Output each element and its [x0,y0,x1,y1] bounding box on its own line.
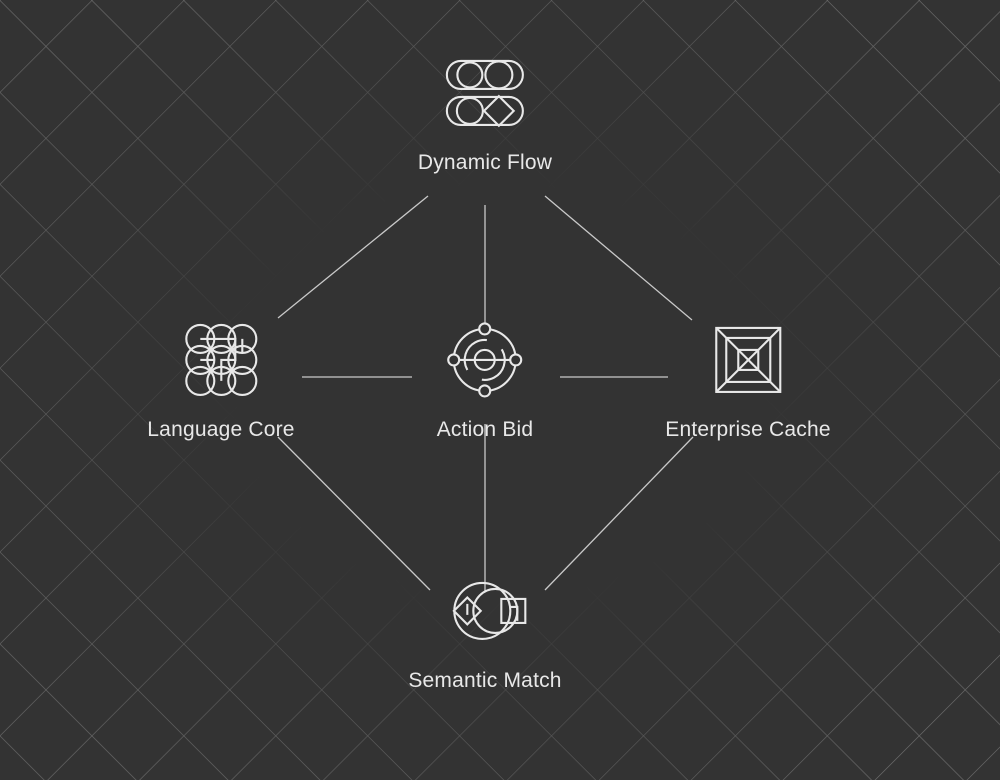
node-language-core[interactable]: Language Core [147,312,294,442]
node-label-semantic-match: Semantic Match [408,668,562,692]
language-core-icon [173,312,269,408]
node-action-bid[interactable]: Action Bid [437,312,534,442]
node-semantic-match[interactable]: Semantic Match [408,563,561,693]
node-label-language-core: Language Core [147,417,295,441]
node-group: Dynamic Flow Language Core Action Bid En… [0,0,1000,780]
enterprise-cache-icon [700,312,796,408]
node-label-enterprise-cache: Enterprise Cache [665,417,831,441]
dynamic-flow-icon [437,45,533,141]
semantic-match-icon [437,563,533,659]
node-dynamic-flow[interactable]: Dynamic Flow [418,45,552,175]
node-label-action-bid: Action Bid [436,417,534,441]
action-bid-icon [437,312,533,408]
diagram-canvas: Dynamic Flow Language Core Action Bid En… [0,0,1000,780]
node-label-dynamic-flow: Dynamic Flow [417,150,553,174]
node-enterprise-cache[interactable]: Enterprise Cache [665,312,831,442]
